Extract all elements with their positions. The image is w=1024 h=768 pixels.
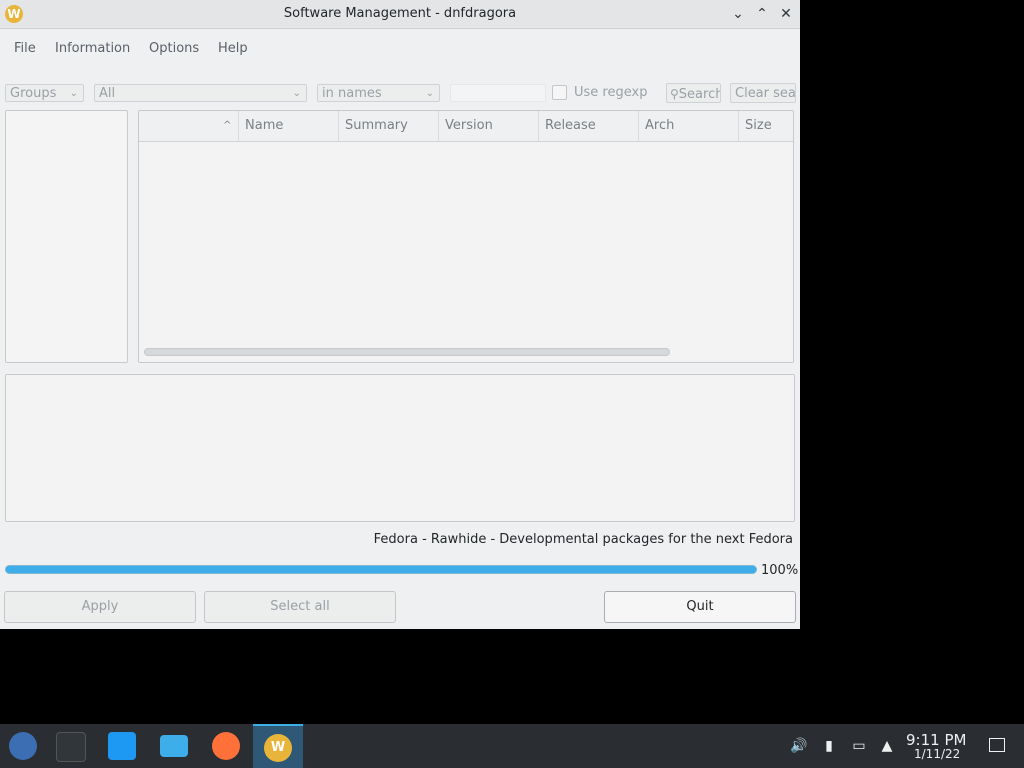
task-dnfdragora[interactable]: W — [253, 724, 303, 768]
window-title: Software Management - dnfdragora — [283, 6, 517, 21]
fedora-launcher[interactable] — [0, 724, 50, 768]
menu-options[interactable]: Options — [149, 41, 199, 56]
progress-text: 100% — [761, 563, 799, 578]
chevron-down-icon: ⌄ — [425, 88, 434, 99]
column-header-select[interactable]: ^ — [139, 111, 239, 141]
packages-table[interactable]: ^ Name Summary Version Release Arch Size — [138, 110, 794, 363]
clear-search-label: Clear search — [735, 86, 796, 101]
network-icon[interactable]: ▭ — [849, 736, 869, 756]
progress-fill — [6, 566, 756, 573]
filter-combo[interactable]: All ⌄ — [94, 84, 307, 102]
system-settings-icon — [56, 732, 86, 762]
groups-tree[interactable] — [5, 110, 128, 363]
clear-search-button[interactable]: Clear search — [730, 83, 796, 103]
show-desktop-icon[interactable] — [989, 738, 1005, 752]
use-regexp-label: Use regexp — [574, 85, 648, 100]
column-header-name[interactable]: Name — [239, 111, 339, 141]
menu-help[interactable]: Help — [218, 41, 248, 56]
column-header-arch[interactable]: Arch — [639, 111, 739, 141]
firefox-icon — [212, 732, 240, 760]
apply-button[interactable]: Apply — [4, 591, 196, 623]
column-header-version[interactable]: Version — [439, 111, 539, 141]
task-system-settings[interactable] — [45, 724, 95, 768]
column-header-release[interactable]: Release — [539, 111, 639, 141]
menu-bar: File Information Options Help — [0, 29, 800, 67]
software-center-icon — [108, 732, 136, 760]
task-firefox[interactable] — [201, 724, 251, 768]
dnfdragora-icon: W — [264, 734, 292, 762]
package-details-panel — [5, 374, 795, 522]
tray-expand-icon[interactable]: ▲ — [877, 736, 897, 756]
quit-button[interactable]: Quit — [604, 591, 796, 623]
fedora-launcher-icon — [9, 732, 37, 760]
clock-date[interactable]: 1/11/22 — [914, 747, 960, 761]
sort-ascending-icon: ^ — [223, 120, 232, 131]
removable-device-icon[interactable]: ▮ — [819, 736, 839, 756]
volume-icon[interactable]: 🔊 — [789, 736, 809, 756]
close-button[interactable]: ✕ — [777, 5, 795, 23]
progress-bar — [5, 565, 757, 574]
file-manager-icon — [160, 735, 188, 757]
menu-file[interactable]: File — [14, 41, 36, 56]
maximize-button[interactable]: ⌃ — [753, 5, 771, 23]
menu-information[interactable]: Information — [55, 41, 130, 56]
column-header-size[interactable]: Size — [739, 111, 793, 141]
use-regexp-checkbox[interactable] — [552, 85, 567, 100]
search-button[interactable]: ⚲Search — [666, 83, 721, 103]
taskbar: W 🔊 ▮ ▭ ▲ 9:11 PM 1/11/22 — [0, 724, 1024, 768]
dnfdragora-window: W Software Management - dnfdragora ⌄ ⌃ ✕… — [0, 0, 800, 629]
chevron-down-icon: ⌄ — [292, 88, 301, 99]
table-header: ^ Name Summary Version Release Arch Size — [139, 111, 793, 142]
title-bar[interactable]: W Software Management - dnfdragora ⌄ ⌃ ✕ — [0, 0, 800, 29]
task-software-center[interactable] — [97, 724, 147, 768]
search-field-combo[interactable]: in names ⌄ — [317, 84, 440, 102]
view-combo[interactable]: Groups ⌄ — [5, 84, 84, 102]
minimize-button[interactable]: ⌄ — [729, 5, 747, 23]
search-button-label: Search — [678, 87, 721, 102]
search-field-combo-value: in names — [322, 86, 382, 101]
select-all-button[interactable]: Select all — [204, 591, 396, 623]
chevron-down-icon: ⌄ — [69, 88, 78, 99]
filter-combo-value: All — [99, 86, 116, 101]
search-icon: ⚲ — [670, 87, 679, 101]
horizontal-scrollbar[interactable] — [144, 348, 670, 356]
search-input[interactable] — [450, 84, 546, 102]
task-file-manager[interactable] — [149, 724, 199, 768]
view-combo-value: Groups — [10, 86, 57, 101]
filter-bar: Groups ⌄ All ⌄ in names ⌄ Use regexp ⚲Se… — [0, 82, 800, 104]
status-message: Fedora - Rawhide - Developmental package… — [373, 532, 793, 547]
column-header-summary[interactable]: Summary — [339, 111, 439, 141]
